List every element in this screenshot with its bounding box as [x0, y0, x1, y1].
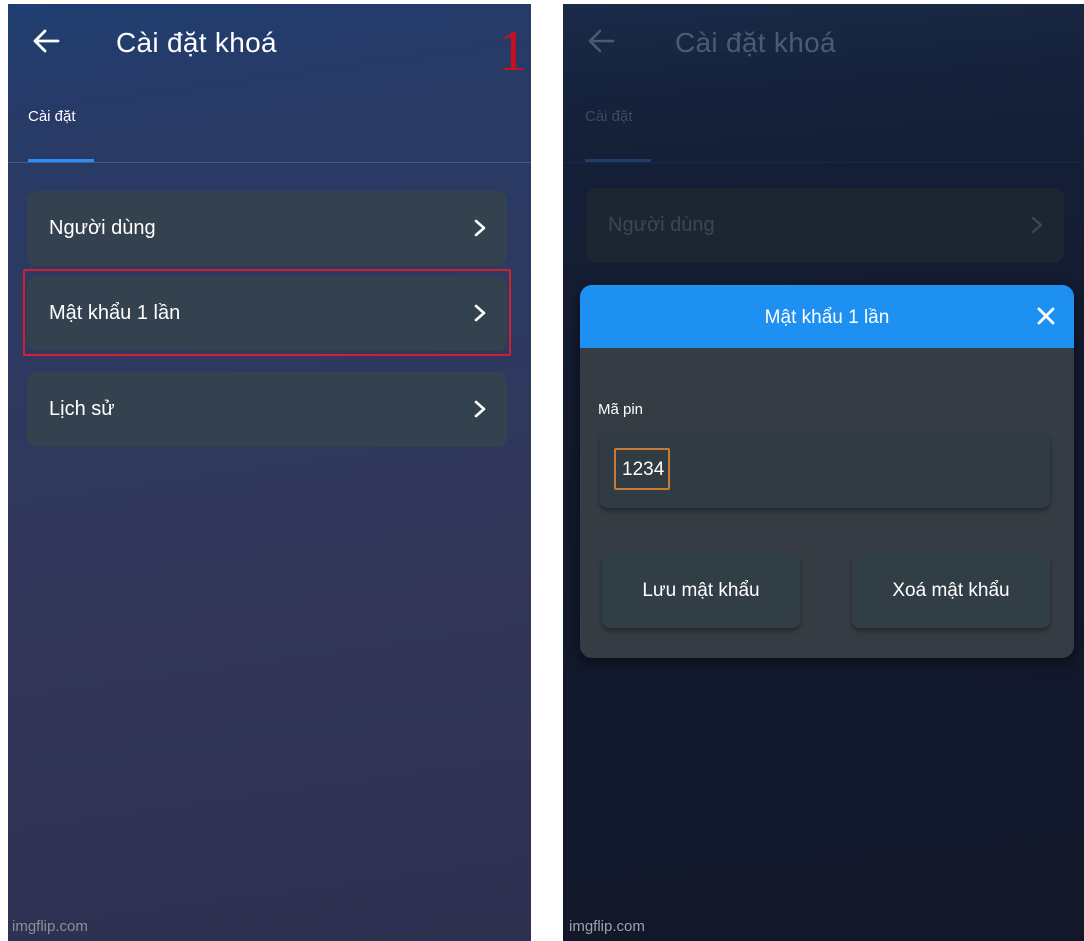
watermark: imgflip.com: [12, 918, 88, 935]
tab-divider: [8, 162, 531, 163]
tab-settings[interactable]: Cài đặt: [585, 108, 633, 125]
chevron-right-icon: [1031, 216, 1043, 234]
chevron-right-icon: [474, 400, 486, 418]
arrow-left-icon[interactable]: [585, 26, 617, 56]
chevron-right-icon: [474, 219, 486, 237]
pin-input[interactable]: 1234: [600, 432, 1050, 508]
arrow-left-icon[interactable]: [30, 26, 62, 56]
menu-item-users[interactable]: Người dùng: [27, 191, 507, 266]
one-time-password-dialog: Mật khẩu 1 lần Mã pin 1234 Lưu mật khẩu …: [580, 285, 1074, 658]
pin-highlight-annotation: 1234: [614, 448, 670, 490]
page-title: Cài đặt khoá: [675, 27, 836, 58]
menu-item-label: Người dùng: [49, 217, 156, 239]
menu-item-label: Lịch sử: [49, 398, 115, 420]
pin-value: 1234: [622, 459, 665, 480]
page-title: Cài đặt khoá: [116, 27, 277, 58]
app-header: Cài đặt khoá: [563, 22, 1084, 62]
dialog-header: Mật khẩu 1 lần: [580, 285, 1074, 348]
highlight-annotation: [23, 269, 511, 356]
menu-item-label: Người dùng: [608, 214, 715, 236]
settings-screen: Cài đặt khoá 1 Cài đặt Người dùng Mật kh…: [8, 4, 531, 941]
watermark: imgflip.com: [569, 918, 645, 935]
one-time-password-screen: Cài đặt khoá Cài đặt Người dùng Mật khẩu…: [563, 4, 1084, 941]
step-number-annotation: 1: [498, 18, 527, 83]
tab-divider: [563, 162, 1084, 163]
menu-item-users[interactable]: Người dùng: [586, 188, 1064, 263]
tab-settings[interactable]: Cài đặt: [28, 108, 76, 125]
dialog-title: Mật khẩu 1 lần: [764, 307, 890, 328]
pin-field-label: Mã pin: [598, 401, 644, 418]
delete-password-button[interactable]: Xoá mật khẩu: [852, 554, 1050, 628]
save-password-button[interactable]: Lưu mật khẩu: [602, 554, 800, 628]
menu-item-history[interactable]: Lịch sử: [27, 372, 507, 447]
close-icon[interactable]: [1035, 305, 1057, 327]
app-header: Cài đặt khoá: [8, 22, 531, 62]
